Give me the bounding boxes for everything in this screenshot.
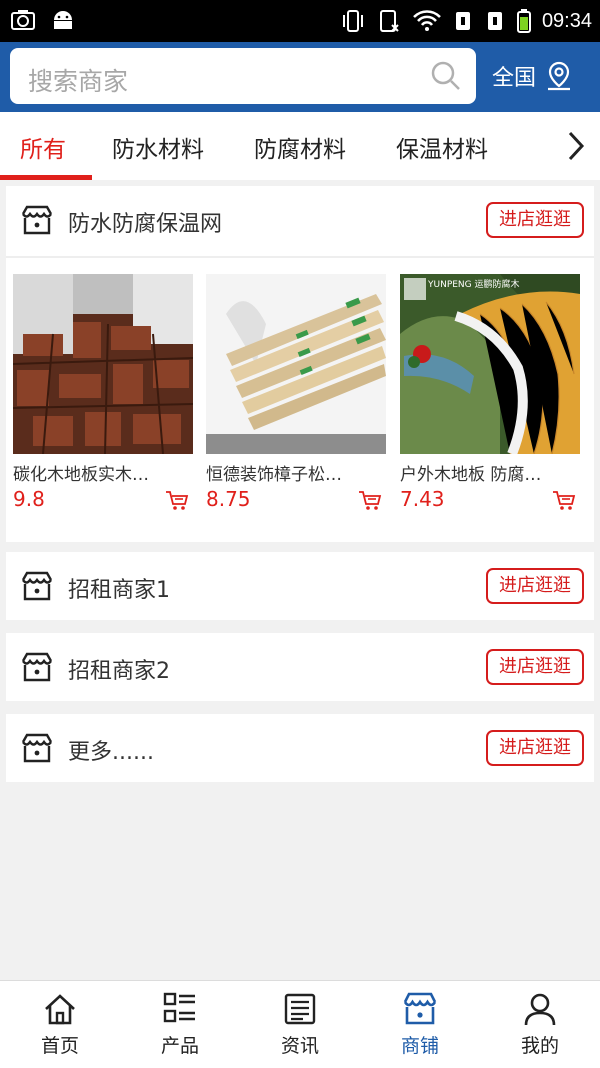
- app-bar: 搜索商家 全国: [0, 42, 600, 112]
- nav-me[interactable]: 我的: [480, 981, 600, 1068]
- shop-name: 更多......: [68, 740, 154, 765]
- shop-card[interactable]: 招租商家2 进店逛逛: [6, 633, 594, 701]
- nav-news[interactable]: 资讯: [240, 981, 360, 1068]
- status-time: 09:34: [541, 9, 592, 32]
- sim-icon: [379, 10, 399, 32]
- nav-label: 首页: [40, 1035, 79, 1057]
- location-pin-icon: [548, 61, 571, 91]
- product-image-brand: YUNPENG 运鹏防腐木: [428, 280, 520, 290]
- android-icon: [54, 11, 72, 29]
- search-placeholder: 搜索商家: [28, 67, 129, 96]
- nav-products[interactable]: 产品: [120, 981, 240, 1068]
- signal-2-icon: [487, 12, 502, 30]
- store-icon: [403, 992, 437, 1025]
- product-card[interactable]: YUNPENG 运鹏防腐木 户外木地板 防腐… 7.43: [400, 274, 580, 511]
- store-icon: [21, 652, 53, 682]
- nav-home[interactable]: 首页: [0, 981, 120, 1068]
- tab-anticorrosion[interactable]: 防腐材料: [254, 130, 346, 164]
- status-bar: 09:34: [0, 0, 600, 42]
- tab-insulation[interactable]: 保温材料: [396, 130, 488, 164]
- product-name: 恒德装饰樟子松…: [206, 465, 342, 485]
- cart-icon[interactable]: [358, 490, 382, 512]
- shop-name: 防水防腐保温网: [68, 212, 223, 237]
- region-label: 全国: [492, 66, 537, 91]
- more-shops-card[interactable]: 更多...... 进店逛逛: [6, 714, 594, 782]
- bottom-navigation: 首页 产品 资讯 商铺 我的: [0, 980, 600, 1068]
- store-icon: [21, 571, 53, 601]
- chevron-right-icon[interactable]: [566, 130, 586, 162]
- tab-all[interactable]: 所有: [20, 130, 66, 164]
- nav-label: 产品: [160, 1035, 199, 1057]
- vibrate-icon: [342, 10, 363, 32]
- shop-card: 防水防腐保温网 进店逛逛 碳化木地板实木… 9.8 恒德装饰樟子松… 8.75 …: [6, 186, 594, 542]
- shop-header[interactable]: 防水防腐保温网 进店逛逛: [6, 186, 594, 254]
- cart-icon[interactable]: [165, 490, 189, 512]
- tab-waterproof[interactable]: 防水材料: [112, 130, 204, 164]
- divider: [6, 256, 594, 258]
- visit-shop-button[interactable]: 进店逛逛: [486, 649, 584, 685]
- search-icon[interactable]: [430, 60, 462, 92]
- product-card[interactable]: 碳化木地板实木… 9.8: [13, 274, 193, 511]
- product-name: 碳化木地板实木…: [13, 465, 149, 485]
- search-box[interactable]: 搜索商家: [10, 48, 476, 104]
- store-icon: [21, 205, 53, 235]
- list-icon: [163, 992, 195, 1023]
- battery-icon: [516, 9, 531, 33]
- active-tab-indicator: [0, 175, 92, 180]
- nav-label: 我的: [520, 1035, 559, 1057]
- visit-shop-button[interactable]: 进店逛逛: [486, 568, 584, 604]
- visit-shop-button[interactable]: 进店逛逛: [486, 730, 584, 766]
- nav-shops[interactable]: 商铺: [360, 981, 480, 1068]
- nav-label: 资讯: [280, 1035, 319, 1057]
- shop-card[interactable]: 招租商家1 进店逛逛: [6, 552, 594, 620]
- news-icon: [284, 993, 316, 1025]
- product-image[interactable]: [206, 274, 386, 454]
- product-name: 户外木地板 防腐…: [400, 465, 542, 485]
- visit-shop-button[interactable]: 进店逛逛: [486, 202, 584, 238]
- user-icon: [524, 993, 556, 1026]
- screenshot-icon: [11, 10, 35, 30]
- product-image[interactable]: YUNPENG 运鹏防腐木: [400, 274, 580, 454]
- home-icon: [45, 994, 75, 1025]
- cart-icon[interactable]: [552, 490, 576, 512]
- region-selector[interactable]: 全国: [492, 60, 574, 92]
- shop-name: 招租商家1: [68, 578, 170, 603]
- store-icon: [21, 733, 53, 763]
- wifi-icon: [413, 10, 441, 31]
- nav-label: 商铺: [400, 1035, 439, 1057]
- signal-icon: [455, 12, 470, 30]
- category-tabs: 所有 防水材料 防腐材料 保温材料: [0, 112, 600, 180]
- product-card[interactable]: 恒德装饰樟子松… 8.75: [206, 274, 386, 511]
- shop-name: 招租商家2: [68, 659, 170, 684]
- product-image[interactable]: [13, 274, 193, 454]
